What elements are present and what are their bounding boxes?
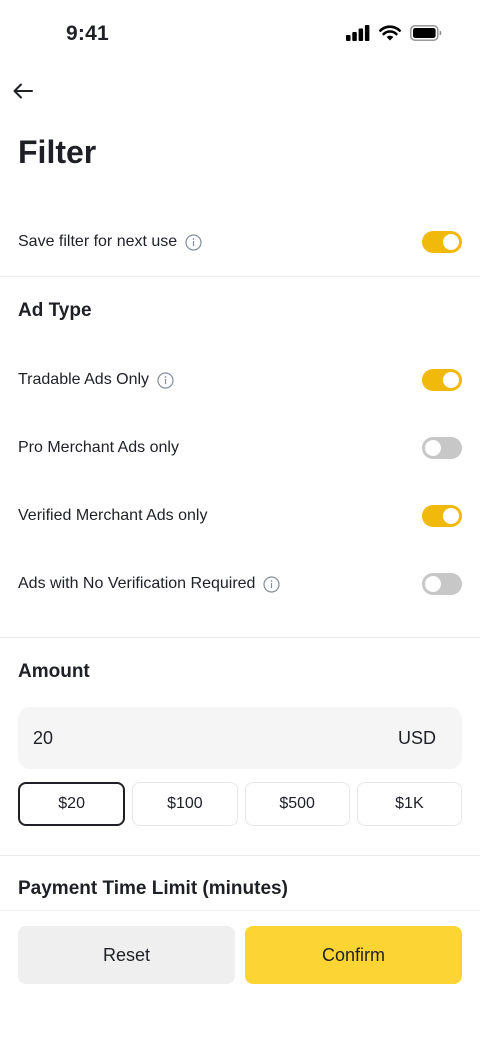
amount-preset-500[interactable]: $500 bbox=[244, 782, 350, 826]
amount-title: Amount bbox=[18, 661, 90, 682]
ad-type-title: Ad Type bbox=[18, 300, 92, 321]
no-verification-ads-toggle[interactable] bbox=[422, 573, 462, 595]
amount-preset-100[interactable]: $100 bbox=[132, 782, 238, 826]
divider bbox=[0, 855, 480, 856]
verified-merchant-ads-toggle[interactable] bbox=[422, 505, 462, 527]
tradable-ads-toggle[interactable] bbox=[422, 369, 462, 391]
option-text: Tradable Ads Only bbox=[18, 371, 150, 388]
ad-type-option-no-verification: Ads with No Verification Required bbox=[0, 564, 480, 604]
divider bbox=[0, 637, 480, 638]
option-label: Verified Merchant Ads only bbox=[18, 507, 207, 525]
info-icon[interactable] bbox=[263, 575, 281, 593]
save-filter-text: Save filter for next use bbox=[18, 233, 178, 250]
amount-presets: $20 $100 $500 $1K bbox=[18, 782, 462, 826]
toggle-knob bbox=[425, 440, 441, 456]
option-text: Pro Merchant Ads only bbox=[18, 439, 179, 456]
amount-currency: USD bbox=[397, 728, 436, 748]
save-filter-label: Save filter for next use bbox=[18, 233, 202, 251]
toggle-knob bbox=[443, 508, 459, 524]
option-text: Ads with No Verification Required bbox=[18, 575, 256, 592]
reset-button[interactable]: Reset bbox=[18, 926, 235, 984]
divider bbox=[0, 276, 480, 277]
page-title: Filter bbox=[18, 134, 97, 170]
ad-type-option-pro-merchant: Pro Merchant Ads only bbox=[0, 428, 480, 468]
info-icon[interactable] bbox=[185, 233, 202, 251]
payment-time-limit-title: Payment Time Limit (minutes) bbox=[18, 878, 288, 899]
status-bar: 9:41 bbox=[0, 0, 480, 72]
amount-input[interactable]: 20 USD bbox=[18, 707, 462, 769]
cellular-signal-icon bbox=[346, 25, 370, 46]
amount-value: 20 bbox=[33, 728, 54, 748]
info-icon[interactable] bbox=[157, 371, 174, 389]
ad-type-option-tradable: Tradable Ads Only bbox=[0, 360, 480, 400]
back-button[interactable] bbox=[10, 80, 36, 106]
bottom-action-bar: Reset Confirm bbox=[0, 910, 480, 1040]
option-label: Tradable Ads Only bbox=[18, 371, 174, 389]
toggle-knob bbox=[443, 372, 459, 388]
option-label: Pro Merchant Ads only bbox=[18, 439, 179, 457]
option-text: Verified Merchant Ads only bbox=[18, 507, 208, 524]
status-time: 9:41 bbox=[66, 22, 109, 45]
amount-preset-1k[interactable]: $1K bbox=[356, 782, 462, 826]
save-filter-toggle[interactable] bbox=[422, 231, 462, 253]
save-filter-row: Save filter for next use bbox=[0, 222, 480, 262]
ad-type-option-verified-merchant: Verified Merchant Ads only bbox=[0, 496, 480, 536]
pro-merchant-ads-toggle[interactable] bbox=[422, 437, 462, 459]
confirm-button[interactable]: Confirm bbox=[245, 926, 462, 984]
toggle-knob bbox=[443, 234, 459, 250]
toggle-knob bbox=[425, 576, 441, 592]
option-label: Ads with No Verification Required bbox=[18, 575, 281, 593]
arrow-left-icon bbox=[12, 82, 34, 105]
wifi-icon bbox=[379, 25, 401, 46]
battery-icon bbox=[410, 25, 442, 46]
status-icons bbox=[346, 25, 442, 46]
amount-preset-20[interactable]: $20 bbox=[18, 782, 126, 826]
